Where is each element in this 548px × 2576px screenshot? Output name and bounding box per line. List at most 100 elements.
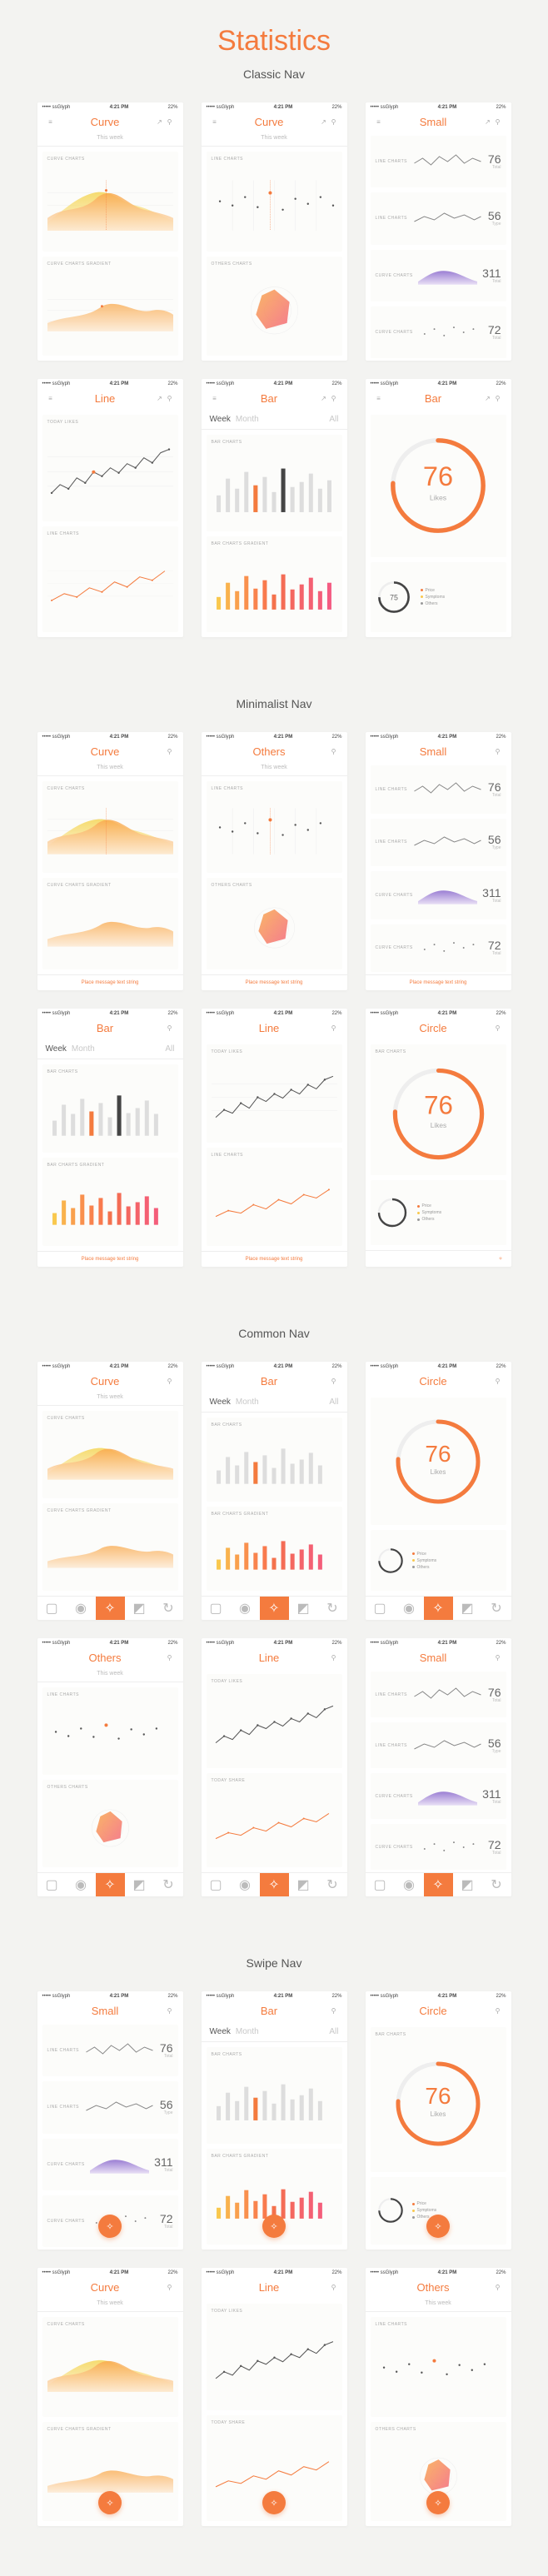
search-icon[interactable]: ⚲ xyxy=(329,1653,339,1663)
fab[interactable]: ✧ xyxy=(98,2491,122,2514)
s-bar: ••••• ssGlyph4:21 PM22% Bar⚲ WeekMonthAl… xyxy=(202,1991,347,2250)
search-icon[interactable]: ⚲ xyxy=(493,747,503,757)
search-icon[interactable]: ⚲ xyxy=(329,1024,339,1034)
footer-msg[interactable]: Place message text string xyxy=(37,974,183,990)
search-icon[interactable]: ⚲ xyxy=(493,117,503,127)
status-bar: ••••• ssGlyph4:21 PM22% xyxy=(37,102,183,112)
share-icon[interactable]: ↗ xyxy=(483,394,493,404)
screen-circle: ••••• ssGlyph4:21 PM22% ≡Bar↗⚲ 76Likes 7… xyxy=(366,379,511,637)
page-title: Statistics xyxy=(0,0,548,57)
search-icon[interactable]: ⚲ xyxy=(165,117,175,127)
screen-small: ••••• ssGlyph4:21 PM22% ≡Small↗⚲ LINE CH… xyxy=(366,102,511,361)
search-icon[interactable]: ⚲ xyxy=(165,747,175,757)
screen-bar: ••••• ssGlyph4:21 PM22% ≡Bar↗⚲ WeekMonth… xyxy=(202,379,347,637)
grid-common: ••••• ssGlyph4:21 PM22% Curve⚲ This week… xyxy=(0,1362,548,1946)
svg-text:Likes: Likes xyxy=(430,1121,446,1129)
search-icon[interactable]: ⚲ xyxy=(329,1377,339,1387)
tabs[interactable]: WeekMonthAll xyxy=(37,1039,183,1059)
section-minimalist: Minimalist Nav xyxy=(0,697,548,710)
search-icon[interactable]: ⚲ xyxy=(493,1653,503,1663)
tabbar: ▢◉✧◩↻ xyxy=(37,1596,183,1620)
legend: PriceSymptomsOthers xyxy=(421,588,446,606)
svg-text:76: 76 xyxy=(424,1091,453,1120)
grid-swipe: ••••• ssGlyph4:21 PM22% Small⚲ LINE CHAR… xyxy=(0,1991,548,2576)
svg-text:Likes: Likes xyxy=(430,494,447,502)
menu-icon[interactable]: ≡ xyxy=(210,394,220,404)
search-icon[interactable]: ⚲ xyxy=(329,747,339,757)
c-line: ••••• ssGlyph4:21 PM22% Line⚲ TODAY LIKE… xyxy=(202,1638,347,1896)
menu-icon[interactable]: ≡ xyxy=(374,394,384,404)
search-icon[interactable]: ⚲ xyxy=(329,2006,339,2016)
c-bar: ••••• ssGlyph4:21 PM22% Bar⚲ WeekMonthAl… xyxy=(202,1362,347,1620)
search-icon[interactable]: ⚲ xyxy=(493,2283,503,2293)
share-icon[interactable]: ↗ xyxy=(319,117,329,127)
search-icon[interactable]: ⚲ xyxy=(165,394,175,404)
m-curve: ••••• ssGlyph4:21 PM22% Curve⚲ This week… xyxy=(37,732,183,990)
small-row-line[interactable]: LINE CHARTS76Total xyxy=(371,136,506,187)
svg-text:76: 76 xyxy=(425,2083,451,2109)
footer-msg[interactable]: Place message text string xyxy=(202,974,347,990)
search-icon[interactable]: ⚲ xyxy=(329,2283,339,2293)
section-classic: Classic Nav xyxy=(0,67,548,81)
c-curve: ••••• ssGlyph4:21 PM22% Curve⚲ This week… xyxy=(37,1362,183,1620)
s-circle: ••••• ssGlyph4:21 PM22% Circle⚲ BAR CHAR… xyxy=(366,1991,511,2250)
small-row-curve2[interactable]: CURVE CHARTS72Total xyxy=(371,306,506,358)
search-icon[interactable]: ⚲ xyxy=(165,2283,175,2293)
footer-msg[interactable]: Place message text string xyxy=(37,1251,183,1267)
fab[interactable]: ✧ xyxy=(98,2215,122,2238)
search-icon[interactable]: ⚲ xyxy=(329,394,339,404)
search-icon[interactable]: ⚲ xyxy=(493,1377,503,1387)
menu-icon[interactable]: ≡ xyxy=(210,117,220,127)
search-icon[interactable]: ⚲ xyxy=(329,117,339,127)
search-icon[interactable]: ⚲ xyxy=(165,1653,175,1663)
svg-text:Likes: Likes xyxy=(431,1468,446,1476)
fab[interactable]: ✧ xyxy=(426,2491,450,2514)
search-icon[interactable]: ⚲ xyxy=(493,394,503,404)
small-row-curve[interactable]: CURVE CHARTS311Total xyxy=(371,250,506,301)
footer-msg[interactable]: Place message text string xyxy=(366,974,511,990)
header: ≡Curve↗⚲ xyxy=(37,112,183,133)
search-icon[interactable]: ⚲ xyxy=(493,2006,503,2016)
search-icon[interactable]: ⚲ xyxy=(165,1377,175,1387)
tab-home[interactable]: ▢ xyxy=(37,1597,67,1620)
share-icon[interactable]: ↗ xyxy=(155,394,165,404)
tabs[interactable]: WeekMonthAll xyxy=(202,410,347,430)
search-icon[interactable]: ⚲ xyxy=(493,1024,503,1034)
search-icon[interactable]: ⚲ xyxy=(165,1024,175,1034)
c-circle: ••••• ssGlyph4:21 PM22% Circle⚲ 76Likes … xyxy=(366,1362,511,1620)
tab-user[interactable]: ◉ xyxy=(67,1597,96,1620)
share-icon[interactable]: ↗ xyxy=(155,117,165,127)
screen-line: ••••• ssGlyph4:21 PM22% ≡Line↗⚲ TODAY LI… xyxy=(37,379,183,637)
menu-icon[interactable]: ≡ xyxy=(46,394,56,404)
menu-icon[interactable]: ≡ xyxy=(374,117,384,127)
c-others: ••••• ssGlyph4:21 PM22% Others⚲ This wee… xyxy=(37,1638,183,1896)
edit-icon[interactable]: ✧ xyxy=(366,1250,511,1267)
c-small: ••••• ssGlyph4:21 PM22% Small⚲ LINE CHAR… xyxy=(366,1638,511,1896)
search-icon[interactable]: ⚲ xyxy=(165,2006,175,2016)
screen-curve: ••••• ssGlyph4:21 PM22% ≡Curve↗⚲ This we… xyxy=(37,102,183,361)
fab[interactable]: ✧ xyxy=(426,2215,450,2238)
m-others: ••••• ssGlyph4:21 PM22% Others⚲ This wee… xyxy=(202,732,347,990)
tab-refresh[interactable]: ↻ xyxy=(154,1597,183,1620)
s-others: ••••• ssGlyph4:21 PM22% Others⚲ This wee… xyxy=(366,2268,511,2526)
m-circle: ••••• ssGlyph4:21 PM22% Circle⚲ BAR CHAR… xyxy=(366,1009,511,1267)
fab[interactable]: ✧ xyxy=(262,2215,286,2238)
grid-minimalist: ••••• ssGlyph4:21 PM22% Curve⚲ This week… xyxy=(0,732,548,1317)
menu-icon[interactable]: ≡ xyxy=(46,117,56,127)
share-icon[interactable]: ↗ xyxy=(319,394,329,404)
fab[interactable]: ✧ xyxy=(262,2491,286,2514)
s-line: ••••• ssGlyph4:21 PM22% Line⚲ TODAY LIKE… xyxy=(202,2268,347,2526)
m-small: ••••• ssGlyph4:21 PM22% Small⚲ LINE CHAR… xyxy=(366,732,511,990)
title: Curve xyxy=(56,116,155,128)
section-common: Common Nav xyxy=(0,1327,548,1340)
tab-active[interactable]: ✧ xyxy=(96,1597,125,1620)
screen-curve2: ••••• ssGlyph4:21 PM22% ≡Curve↗⚲ This we… xyxy=(202,102,347,361)
svg-text:75: 75 xyxy=(390,593,398,601)
share-icon[interactable]: ↗ xyxy=(483,117,493,127)
m-line: ••••• ssGlyph4:21 PM22% Line⚲ TODAY LIKE… xyxy=(202,1009,347,1267)
footer-msg[interactable]: Place message text string xyxy=(202,1251,347,1267)
s-curve: ••••• ssGlyph4:21 PM22% Curve⚲ This week… xyxy=(37,2268,183,2526)
subtitle: This week xyxy=(37,133,183,147)
tab-camera[interactable]: ◩ xyxy=(125,1597,154,1620)
small-row-line2[interactable]: LINE CHARTS56Type xyxy=(371,192,506,244)
